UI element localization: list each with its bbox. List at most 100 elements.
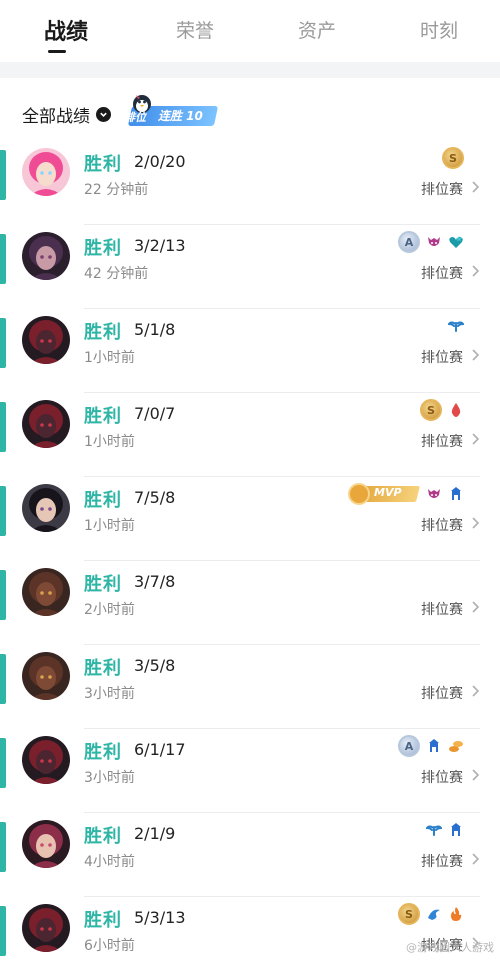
win-indicator-bar xyxy=(0,486,6,536)
chevron-right-icon xyxy=(472,181,480,193)
match-row[interactable]: 胜利 3/5/8 3小时前 排位赛 xyxy=(0,646,500,730)
match-badges: S xyxy=(442,146,464,170)
match-time: 1小时前 xyxy=(84,350,135,366)
chevron-down-icon xyxy=(96,106,111,122)
row-divider xyxy=(84,392,480,393)
match-badges: S xyxy=(398,902,464,926)
champion-avatar xyxy=(22,232,70,280)
champion-avatar xyxy=(22,148,70,196)
match-kda: 2/0/20 xyxy=(134,152,186,171)
match-badges: A xyxy=(398,230,464,254)
match-row[interactable]: 胜利 5/1/8 1小时前 排位赛 xyxy=(0,310,500,394)
win-indicator-bar xyxy=(0,402,6,452)
match-time: 2小时前 xyxy=(84,602,135,618)
heart-icon xyxy=(448,234,464,250)
tab-records[interactable]: 战绩 xyxy=(44,14,88,46)
match-mode: 排位赛 xyxy=(421,518,463,534)
match-time: 1小时前 xyxy=(84,434,135,450)
row-divider xyxy=(84,560,480,561)
match-time: 6小时前 xyxy=(84,938,135,954)
match-result: 胜利 xyxy=(84,742,122,763)
match-row[interactable]: 胜利 3/7/8 2小时前 排位赛 xyxy=(0,562,500,646)
match-result: 胜利 xyxy=(84,406,122,427)
chevron-right-icon xyxy=(472,433,480,445)
match-row[interactable]: 胜利 3/2/13 42 分钟前 A 排位赛 xyxy=(0,226,500,310)
match-result: 胜利 xyxy=(84,910,122,931)
champion-avatar xyxy=(22,736,70,784)
rank-s-icon: S xyxy=(420,399,442,421)
win-indicator-bar xyxy=(0,318,6,368)
match-kda: 5/1/8 xyxy=(134,320,176,339)
match-kda: 3/5/8 xyxy=(134,656,176,675)
match-result: 胜利 xyxy=(84,238,122,259)
rank-s-icon: S xyxy=(442,147,464,169)
chevron-right-icon xyxy=(472,517,480,529)
match-result: 胜利 xyxy=(84,658,122,679)
match-time: 42 分钟前 xyxy=(84,266,149,282)
win-indicator-bar xyxy=(0,906,6,956)
row-divider xyxy=(84,308,480,309)
match-kda: 7/5/8 xyxy=(134,488,176,507)
row-divider xyxy=(84,728,480,729)
match-kda: 7/0/7 xyxy=(134,404,176,423)
match-badges xyxy=(426,818,464,842)
fire-icon xyxy=(448,906,464,922)
record-filter[interactable]: 全部战绩 xyxy=(22,98,111,130)
filter-label: 全部战绩 xyxy=(22,106,90,127)
champion-avatar xyxy=(22,568,70,616)
tab-moments[interactable]: 时刻 xyxy=(420,16,458,43)
tower-icon xyxy=(448,822,464,838)
match-mode: 排位赛 xyxy=(421,350,463,366)
win-indicator-bar xyxy=(0,738,6,788)
champion-avatar xyxy=(22,316,70,364)
row-divider xyxy=(84,896,480,897)
match-mode: 排位赛 xyxy=(421,770,463,786)
match-row[interactable]: 胜利 6/1/17 3小时前 A 排位赛 xyxy=(0,730,500,814)
rank-a-icon: A xyxy=(398,231,420,253)
match-time: 1小时前 xyxy=(84,518,135,534)
demon-icon xyxy=(426,486,442,502)
match-badges: MVP xyxy=(348,482,464,506)
win-indicator-bar xyxy=(0,654,6,704)
row-divider xyxy=(84,644,480,645)
win-indicator-bar xyxy=(0,234,6,284)
match-row[interactable]: 胜利 2/0/20 22 分钟前 S 排位赛 xyxy=(0,142,500,226)
chevron-right-icon xyxy=(472,601,480,613)
match-result: 胜利 xyxy=(84,322,122,343)
champion-avatar xyxy=(22,652,70,700)
win-indicator-bar xyxy=(0,570,6,620)
champion-avatar xyxy=(22,484,70,532)
row-divider xyxy=(84,224,480,225)
match-time: 3小时前 xyxy=(84,770,135,786)
match-mode: 排位赛 xyxy=(421,266,463,282)
match-row[interactable]: 胜利 2/1/9 4小时前 排位赛 xyxy=(0,814,500,898)
champion-avatar xyxy=(22,400,70,448)
match-mode: 排位赛 xyxy=(421,602,463,618)
win-indicator-bar xyxy=(0,822,6,872)
match-row[interactable]: 胜利 7/0/7 1小时前 S 排位赛 xyxy=(0,394,500,478)
streak-rank-label: 排位 xyxy=(124,111,146,124)
streak-text: 连胜 10 xyxy=(158,109,203,123)
match-time: 3小时前 xyxy=(84,686,135,702)
tab-assets[interactable]: 资产 xyxy=(298,16,336,43)
chevron-right-icon xyxy=(472,685,480,697)
active-tab-indicator xyxy=(48,50,66,53)
rank-a-icon: A xyxy=(398,735,420,757)
chevron-right-icon xyxy=(472,265,480,277)
wings-icon xyxy=(426,822,442,838)
match-mode: 排位赛 xyxy=(421,686,463,702)
match-row[interactable]: 胜利 5/3/13 6小时前 S 排位赛 xyxy=(0,898,500,967)
blood-drop-icon xyxy=(448,402,464,418)
match-row[interactable]: 胜利 7/5/8 1小时前 MVP 排位赛 xyxy=(0,478,500,562)
match-kda: 6/1/17 xyxy=(134,740,186,759)
wings-icon xyxy=(448,318,464,334)
champion-avatar xyxy=(22,820,70,868)
win-indicator-bar xyxy=(0,150,6,200)
dragon-icon xyxy=(426,906,442,922)
chevron-right-icon xyxy=(472,349,480,361)
tab-honor[interactable]: 荣誉 xyxy=(176,16,214,43)
match-mode: 排位赛 xyxy=(421,854,463,870)
match-time: 4小时前 xyxy=(84,854,135,870)
match-kda: 3/2/13 xyxy=(134,236,186,255)
coins-icon xyxy=(448,738,464,754)
